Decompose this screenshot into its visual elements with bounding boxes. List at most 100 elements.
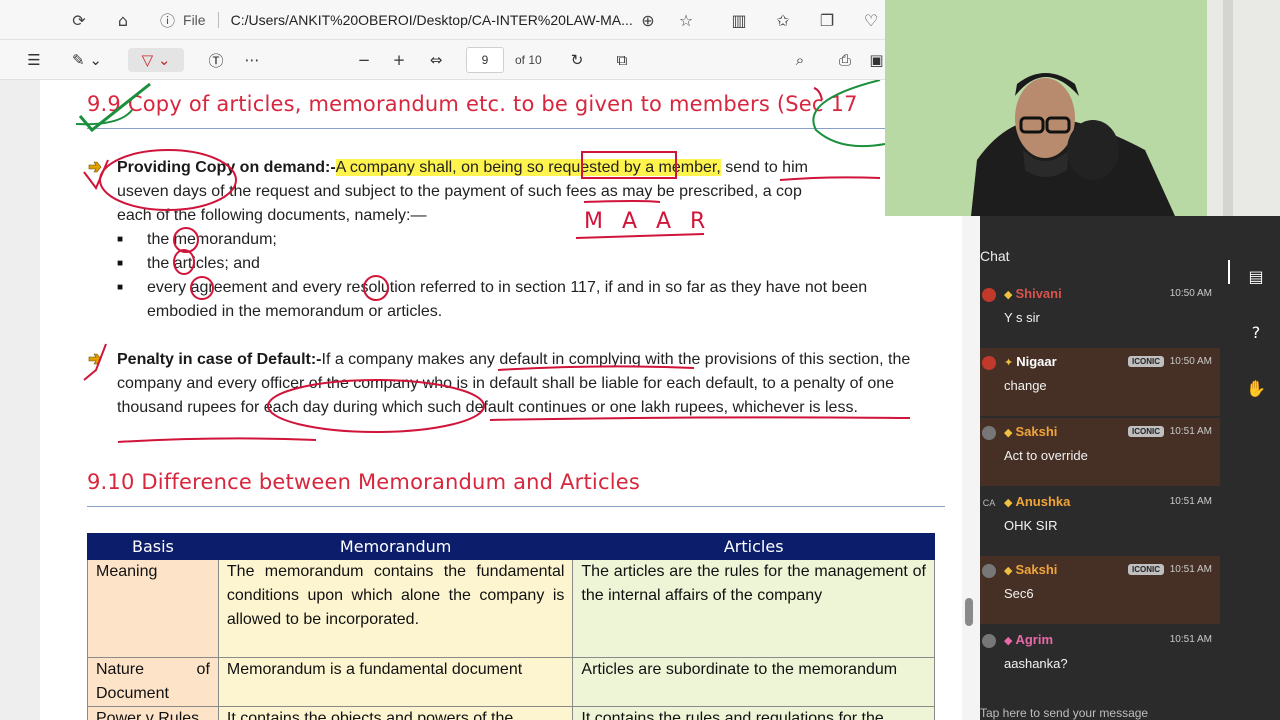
- providing-copy-title: Providing Copy on demand:-: [117, 159, 336, 176]
- section-heading-9-10: 9.10 Difference between Memorandum and A…: [87, 470, 640, 494]
- diamond-icon: ◆: [1004, 564, 1013, 577]
- page-number-input[interactable]: 9: [466, 47, 504, 73]
- table-cell: Nature of Document: [87, 657, 219, 707]
- ink-underline: [117, 437, 317, 443]
- screen: ⟳ ⌂ ⓘ File C:/Users/ANKIT%20OBEROI/Deskt…: [0, 0, 1280, 720]
- chat-title: Chat: [980, 248, 1010, 264]
- sparkle-icon: ✦: [1004, 356, 1014, 369]
- para1-line3: each of the following documents, namely:…: [117, 207, 427, 224]
- scrollbar-thumb[interactable]: [965, 598, 973, 626]
- table-cell: Memorandum is a fundamental document: [217, 657, 574, 707]
- message-text: Y s sir: [1004, 310, 1040, 325]
- diamond-icon: ◆: [1004, 634, 1013, 647]
- question-icon[interactable]: ?: [1242, 318, 1270, 346]
- table-cell: It contains the objects and powers of th…: [217, 706, 574, 720]
- presenter-video-image: [885, 0, 1280, 216]
- file-label: File: [183, 12, 206, 28]
- chat-message: CA ◆ Anushka 10:51 AM OHK SIR: [980, 488, 1220, 556]
- contents-icon[interactable]: ☰: [22, 48, 46, 72]
- table-row: Nature of Document Memorandum is a funda…: [87, 657, 935, 707]
- rotate-icon[interactable]: ↻: [565, 48, 589, 72]
- sender-name: ◆ Sakshi: [1004, 424, 1057, 439]
- para1-line1-rest: send to him: [720, 159, 808, 176]
- table-header: Articles: [572, 533, 935, 560]
- save-icon[interactable]: ▣: [868, 48, 885, 72]
- iconic-badge: ICONIC: [1128, 564, 1164, 575]
- message-text: aashanka?: [1004, 656, 1068, 671]
- sender-name: ◆ Agrim: [1004, 632, 1053, 647]
- webcam-feed: [885, 0, 1280, 216]
- iconic-badge: ICONIC: [1128, 426, 1164, 437]
- favorite-star-icon[interactable]: ☆: [674, 8, 698, 32]
- list-item: the memorandum;: [117, 228, 917, 252]
- text-tool-icon[interactable]: Ⓣ: [204, 48, 228, 72]
- reload-icon[interactable]: ⟳: [67, 8, 91, 32]
- list-item: the articles; and: [117, 252, 917, 276]
- sender-name-text: Anushka: [1015, 494, 1071, 509]
- table-cell: Articles are subordinate to the memorand…: [572, 657, 935, 707]
- pdf-toolbar: ☰ ✎ ⌄ ▽ ⌄ Ⓣ ⋯ − + ⇔ ↻ ⧉ ⌕ ⎙ ▣: [0, 40, 885, 80]
- pointing-hand-icon: [88, 353, 102, 365]
- chat-message: ◆ Sakshi ICONIC 10:51 AM Sec6: [980, 556, 1220, 624]
- search-icon[interactable]: ⌕: [788, 48, 812, 72]
- sender-name-text: Sakshi: [1015, 424, 1058, 439]
- divider: [1228, 260, 1230, 284]
- pointing-hand-icon: [88, 161, 102, 173]
- diamond-icon: ◆: [1004, 496, 1013, 509]
- table-cell: The articles are the rules for the manag…: [572, 559, 935, 658]
- highlighted-text: A company shall, on being so requested b…: [335, 159, 721, 176]
- avatar: CA: [982, 498, 996, 508]
- print-icon[interactable]: ⎙: [833, 48, 857, 72]
- highlight-tool-icon[interactable]: ✎ ⌄: [64, 48, 110, 72]
- zoom-icon[interactable]: ⊕: [636, 8, 660, 32]
- home-icon[interactable]: ⌂: [111, 8, 135, 32]
- chat-panel: Chat ▤ ? ✋ ◆ Shivani 10:50 AM Y s sir ✦ Ni…: [980, 216, 1280, 720]
- table-row: Power v Rules It contains the objects an…: [87, 706, 935, 720]
- split-view-icon[interactable]: ▥: [727, 8, 751, 32]
- message-time: 10:50 AM: [1169, 356, 1212, 367]
- address-text: C:/Users/ANKIT%20OBEROI/Desktop/CA-INTER…: [230, 12, 633, 28]
- raise-hand-icon[interactable]: ✋: [1242, 374, 1270, 402]
- avatar: [982, 426, 996, 440]
- message-text: change: [1004, 378, 1047, 393]
- page-gutter: [0, 80, 40, 720]
- sender-name: ◆ Shivani: [1004, 286, 1062, 301]
- message-time: 10:51 AM: [1169, 496, 1212, 507]
- list-item: every agreement and every resolution ref…: [117, 276, 917, 324]
- message-text: OHK SIR: [1004, 518, 1058, 533]
- pdf-page: 9.9 Copy of articles, memorandum etc. to…: [0, 80, 980, 720]
- message-time: 10:51 AM: [1169, 426, 1212, 437]
- chat-side-toolbar: ▤ ? ✋: [1242, 262, 1270, 430]
- draw-tool-icon[interactable]: ▽ ⌄: [128, 48, 184, 72]
- fit-width-icon[interactable]: ⇔: [424, 48, 448, 72]
- zoom-out-icon[interactable]: −: [352, 48, 376, 72]
- diamond-icon: ◆: [1004, 426, 1013, 439]
- sender-name: ◆ Anushka: [1004, 494, 1070, 509]
- page-total: of 10: [515, 53, 542, 67]
- table-header: Memorandum: [217, 533, 574, 560]
- chat-message-input[interactable]: Tap here to send your message: [980, 706, 1148, 720]
- health-icon[interactable]: ♡: [859, 8, 883, 32]
- document-list: the memorandum; the articles; and every …: [117, 228, 917, 324]
- diamond-icon: ◆: [1004, 288, 1013, 301]
- avatar: [982, 288, 996, 302]
- chat-message: ◆ Agrim 10:51 AM aashanka?: [980, 626, 1220, 694]
- message-time: 10:50 AM: [1169, 288, 1212, 299]
- divider: [217, 12, 219, 28]
- zoom-in-icon[interactable]: +: [387, 48, 411, 72]
- sender-name-text: Agrim: [1015, 632, 1054, 647]
- sender-name-text: Shivani: [1015, 286, 1062, 301]
- chat-message: ◆ Shivani 10:50 AM Y s sir: [980, 280, 1220, 348]
- chat-icon[interactable]: ▤: [1242, 262, 1270, 290]
- penalty-paragraph: Penalty in case of Default:-If a company…: [117, 348, 929, 420]
- table-cell: Meaning: [87, 559, 219, 658]
- favorites-icon[interactable]: ✩: [771, 8, 795, 32]
- more-icon[interactable]: ⋯: [240, 48, 264, 72]
- avatar: [982, 564, 996, 578]
- section-heading-9-9: 9.9 Copy of articles, memorandum etc. to…: [87, 92, 858, 116]
- chat-message: ✦ Nigaar ICONIC 10:50 AM change: [980, 348, 1220, 416]
- avatar: [982, 356, 996, 370]
- avatar: [982, 634, 996, 648]
- page-view-icon[interactable]: ⧉: [610, 48, 634, 72]
- collections-icon[interactable]: ❐: [815, 8, 839, 32]
